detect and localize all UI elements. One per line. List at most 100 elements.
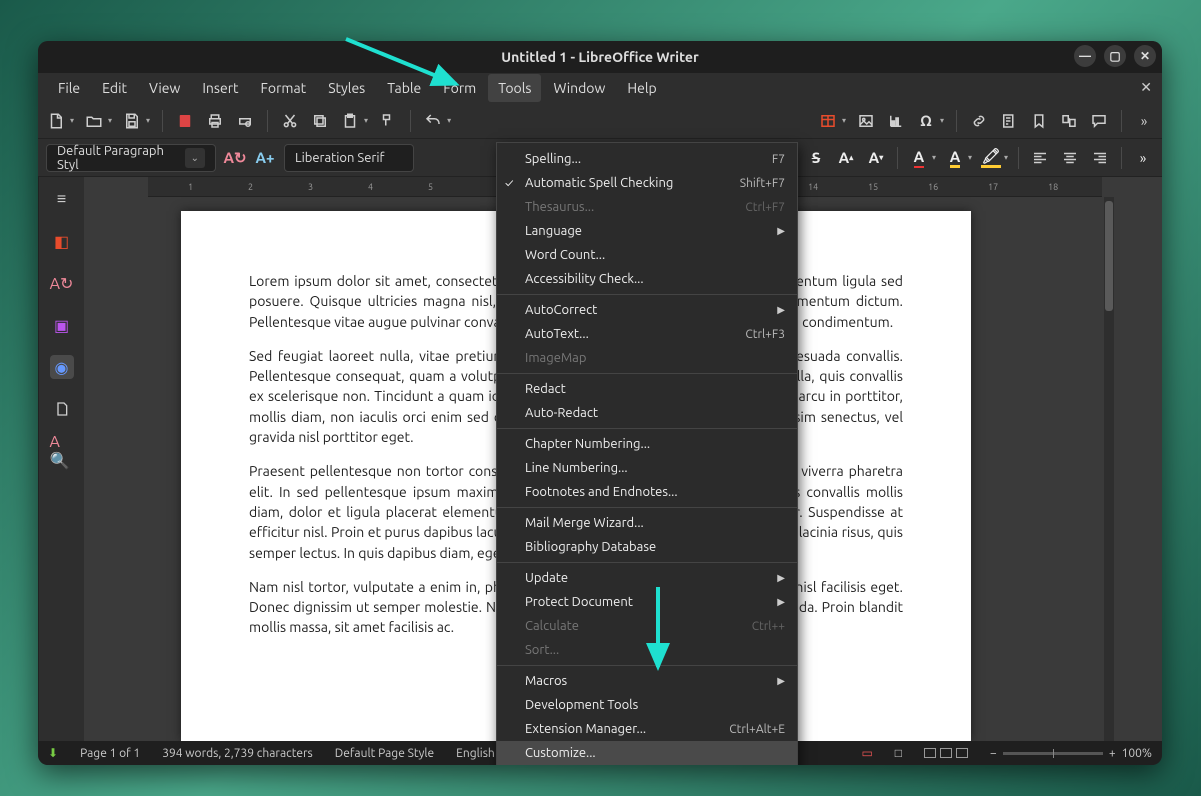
ruler-tick: 5	[428, 182, 433, 192]
update-style-icon[interactable]: A↻	[224, 147, 246, 169]
menu-item-redact[interactable]: Redact	[497, 377, 797, 401]
char-highlight-icon[interactable]: 🖍	[980, 147, 1002, 169]
insert-image-icon[interactable]	[856, 111, 876, 131]
bookmark-icon[interactable]	[1029, 111, 1049, 131]
main-toolbar: ▾ ▾ ▾ ▾ ▾ ▾ Ω ▾ »	[38, 103, 1162, 139]
menu-view[interactable]: View	[139, 74, 190, 102]
font-color-icon[interactable]: A	[908, 147, 930, 169]
maximize-button[interactable]: ▢	[1104, 45, 1126, 67]
menu-item-line-numbering[interactable]: Line Numbering...	[497, 456, 797, 480]
print-preview-icon[interactable]	[235, 111, 255, 131]
menu-item-spelling[interactable]: Spelling...F7	[497, 147, 797, 171]
strikethrough-icon[interactable]: S	[805, 147, 827, 169]
export-pdf-icon[interactable]	[175, 111, 195, 131]
font-name-combo[interactable]: Liberation Serif	[284, 144, 414, 172]
subscript-icon[interactable]: A▾	[865, 147, 887, 169]
insert-chart-icon[interactable]	[886, 111, 906, 131]
menu-item-mail-merge-wizard[interactable]: Mail Merge Wizard...	[497, 511, 797, 535]
zoom-out-icon[interactable]: −	[990, 747, 997, 760]
dropdown-caret-icon[interactable]: ▾	[70, 116, 74, 125]
align-right-icon[interactable]	[1089, 147, 1111, 169]
dropdown-caret-icon[interactable]: ▾	[108, 116, 112, 125]
dropdown-caret-icon[interactable]: ▾	[968, 153, 972, 162]
menu-item-label: Customize...	[525, 746, 596, 760]
dropdown-caret-icon[interactable]: ▾	[364, 116, 368, 125]
menu-item-chapter-numbering[interactable]: Chapter Numbering...	[497, 432, 797, 456]
menu-help[interactable]: Help	[617, 74, 666, 102]
menu-window[interactable]: Window	[543, 74, 615, 102]
zoom-slider[interactable]	[1003, 752, 1103, 755]
menu-file[interactable]: File	[48, 74, 90, 102]
dropdown-caret-icon[interactable]: ▾	[146, 116, 150, 125]
scrollbar-thumb[interactable]	[1105, 201, 1113, 311]
vertical-scrollbar[interactable]	[1104, 197, 1114, 741]
document-close-icon[interactable]: ✕	[1140, 79, 1152, 96]
menu-form[interactable]: Form	[433, 74, 486, 102]
align-center-icon[interactable]	[1059, 147, 1081, 169]
menu-styles[interactable]: Styles	[318, 74, 375, 102]
paragraph-style-combo[interactable]: Default Paragraph Styl ⌄	[46, 144, 216, 172]
dropdown-caret-icon[interactable]: ▾	[447, 116, 451, 125]
menu-item-customize[interactable]: Customize...	[497, 741, 797, 765]
footnote-icon[interactable]	[999, 111, 1019, 131]
menu-edit[interactable]: Edit	[92, 74, 137, 102]
page-info[interactable]: Page 1 of 1	[80, 747, 140, 760]
menu-item-footnotes-and-endnotes[interactable]: Footnotes and Endnotes...	[497, 480, 797, 504]
print-icon[interactable]	[205, 111, 225, 131]
align-left-icon[interactable]	[1029, 147, 1051, 169]
zoom-control[interactable]: − + 100%	[990, 747, 1152, 760]
dropdown-caret-icon[interactable]: ▾	[940, 116, 944, 125]
menu-item-label: Accessibility Check...	[525, 272, 644, 286]
insert-mode-icon[interactable]: ▭	[861, 746, 872, 760]
menu-tools[interactable]: Tools	[488, 74, 541, 102]
dropdown-caret-icon[interactable]: ▾	[1004, 153, 1008, 162]
hyperlink-icon[interactable]	[969, 111, 989, 131]
special-char-icon[interactable]: Ω	[916, 111, 936, 131]
highlight-color-icon[interactable]: A	[944, 147, 966, 169]
menu-item-auto-redact[interactable]: Auto-Redact	[497, 401, 797, 425]
menu-insert[interactable]: Insert	[192, 74, 248, 102]
overflow-icon[interactable]: »	[1132, 147, 1154, 169]
menu-item-language[interactable]: Language▶	[497, 219, 797, 243]
menu-item-word-count[interactable]: Word Count...	[497, 243, 797, 267]
dropdown-caret-icon[interactable]: ▾	[932, 153, 936, 162]
menu-item-macros[interactable]: Macros▶	[497, 669, 797, 693]
new-style-icon[interactable]: A+	[254, 147, 276, 169]
menu-item-update[interactable]: Update▶	[497, 566, 797, 590]
save-icon[interactable]	[122, 111, 142, 131]
overflow-icon[interactable]: »	[1134, 111, 1154, 131]
cut-icon[interactable]	[280, 111, 300, 131]
superscript-icon[interactable]: A▴	[835, 147, 857, 169]
menu-item-autotext[interactable]: AutoText...Ctrl+F3	[497, 322, 797, 346]
menu-table[interactable]: Table	[377, 74, 431, 102]
zoom-percent[interactable]: 100%	[1122, 747, 1152, 760]
minimize-button[interactable]: —	[1074, 45, 1096, 67]
menu-item-accessibility-check[interactable]: Accessibility Check...	[497, 267, 797, 291]
menu-item-protect-document[interactable]: Protect Document▶	[497, 590, 797, 614]
open-icon[interactable]	[84, 111, 104, 131]
comment-icon[interactable]	[1089, 111, 1109, 131]
undo-icon[interactable]	[423, 111, 443, 131]
menu-format[interactable]: Format	[251, 74, 317, 102]
new-document-icon[interactable]	[46, 111, 66, 131]
save-indicator-icon[interactable]: ⬇	[48, 746, 58, 760]
close-button[interactable]: ✕	[1134, 45, 1156, 67]
word-count[interactable]: 394 words, 2,739 characters	[162, 747, 313, 760]
cross-reference-icon[interactable]	[1059, 111, 1079, 131]
copy-icon[interactable]	[310, 111, 330, 131]
window-title: Untitled 1 - LibreOffice Writer	[501, 49, 698, 65]
table-icon[interactable]	[818, 111, 838, 131]
paste-icon[interactable]	[340, 111, 360, 131]
selection-mode-icon[interactable]: □	[895, 746, 902, 760]
menu-item-autocorrect[interactable]: AutoCorrect▶	[497, 298, 797, 322]
menu-item-development-tools[interactable]: Development Tools	[497, 693, 797, 717]
dropdown-caret-icon[interactable]: ▾	[842, 116, 846, 125]
clone-formatting-icon[interactable]	[378, 111, 398, 131]
menu-item-bibliography-database[interactable]: Bibliography Database	[497, 535, 797, 559]
menu-item-extension-manager[interactable]: Extension Manager...Ctrl+Alt+E	[497, 717, 797, 741]
page-style[interactable]: Default Page Style	[335, 747, 434, 760]
menu-separator	[497, 294, 797, 295]
view-layout-icons[interactable]	[924, 748, 968, 758]
menu-item-automatic-spell-checking[interactable]: ✓Automatic Spell CheckingShift+F7	[497, 171, 797, 195]
zoom-in-icon[interactable]: +	[1109, 747, 1116, 760]
